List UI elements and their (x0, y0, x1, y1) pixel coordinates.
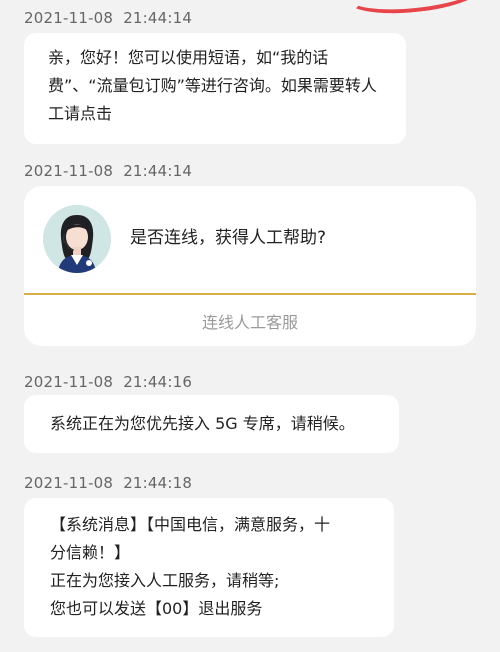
message-timestamp: 2021-11-08 21:44:14 (24, 162, 193, 180)
bot-message-bubble: 亲，您好！您可以使用短语，如“我的话费”、“流量包订购”等进行咨询。如果需要转人… (24, 33, 406, 144)
message-line: 正在为您接入人工服务，请稍等; (50, 571, 280, 590)
message-line: 分信赖！】 (50, 543, 131, 562)
message-text: 亲，您好！您可以使用短语，如“我的话费”、“流量包订购”等进行咨询。如果需要转人… (48, 48, 377, 123)
message-text: 系统正在为您优先接入 5G 专席，请稍候。 (50, 414, 355, 433)
transfer-agent-card: 是否连线，获得人工帮助? 连线人工客服 (24, 186, 476, 346)
message-line: 【系统消息】【中国电信，满意服务，十 (50, 515, 331, 534)
message-line: 您也可以发送【00】退出服务 (50, 599, 263, 618)
bot-message-bubble: 系统正在为您优先接入 5G 专席，请稍候。 (24, 395, 399, 453)
transfer-question: 是否连线，获得人工帮助? (130, 228, 327, 248)
message-timestamp: 2021-11-08 21:44:14 (24, 9, 193, 27)
system-message-bubble: 【系统消息】【中国电信，满意服务，十 分信赖！】 正在为您接入人工服务，请稍等;… (24, 498, 394, 637)
message-timestamp: 2021-11-08 21:44:16 (24, 373, 193, 391)
agent-avatar-icon (43, 205, 111, 273)
connect-human-agent-button[interactable]: 连线人工客服 (24, 295, 476, 346)
red-annotation-mark (343, 0, 487, 20)
message-timestamp: 2021-11-08 21:44:18 (24, 474, 193, 492)
